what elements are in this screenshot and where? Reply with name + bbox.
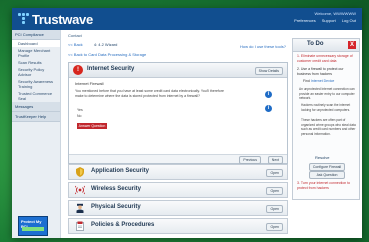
- todo-item[interactable]: 1. Eliminate unnecessary storage of cust…: [297, 54, 355, 63]
- logo-text: Trustwave: [32, 11, 93, 27]
- internet-security-panel: ! Internet Security Show Details Interne…: [68, 62, 288, 164]
- previous-button[interactable]: Previous: [239, 156, 261, 164]
- next-button[interactable]: Next: [267, 156, 283, 164]
- sidebar-item-policy-advisor[interactable]: Security Policy Advisor: [12, 66, 60, 78]
- info-icon[interactable]: i: [265, 105, 272, 112]
- back-to-card-data-link[interactable]: << Back to Card Data Processing & Storag…: [68, 52, 146, 57]
- application-security-row[interactable]: Application Security Open: [68, 164, 288, 180]
- wireless-security-title: Wireless Security: [91, 186, 141, 192]
- sidebar-item-commerce-seal[interactable]: Trusted Commerce Seal: [12, 90, 60, 102]
- find-link[interactable]: Internet Device: [311, 79, 335, 83]
- configure-firewall-button[interactable]: Configure Firewall: [309, 163, 345, 171]
- firewall-question-text: You mentioned before that you have at le…: [75, 89, 224, 98]
- show-details-button[interactable]: Show Details: [254, 67, 283, 75]
- internet-security-title: Internet Security: [87, 66, 135, 72]
- info-icon[interactable]: i: [265, 91, 272, 98]
- logout-link[interactable]: Log Out: [342, 18, 356, 23]
- find-label: Find: [303, 79, 310, 83]
- todo-item[interactable]: 2. Use a firewall to protect our busines…: [297, 67, 355, 76]
- firewall-subtitle: Internet Firewall: [75, 81, 104, 86]
- shield-icon: [76, 167, 84, 177]
- protect-my-pci-badge[interactable]: Protect My PCI: [18, 216, 48, 236]
- policies-procedures-row[interactable]: Policies & Procedures Open: [68, 218, 288, 234]
- physical-security-row[interactable]: Physical Security Open: [68, 200, 288, 216]
- todo-header: To Do X: [293, 39, 359, 52]
- application-security-open-button[interactable]: Open: [266, 169, 283, 177]
- step-label: 4: 4.2 Wizard: [93, 42, 118, 47]
- close-icon[interactable]: X: [348, 41, 356, 49]
- logo-mark-icon: [18, 13, 30, 25]
- top-bar: Trustwave Welcome, WWWWWW Preferences Su…: [12, 8, 362, 30]
- policies-procedures-open-button[interactable]: Open: [266, 223, 283, 231]
- todo-bullet: Hackers routinely scan the internet look…: [301, 103, 351, 112]
- alert-icon: !: [73, 65, 83, 75]
- sidebar-item-dashboard[interactable]: Dashboard: [12, 40, 60, 47]
- find-row: Find Internet Device: [303, 79, 334, 83]
- sidebar-help[interactable]: TrustKeeper Help: [12, 112, 60, 122]
- policy-icon: [76, 221, 84, 231]
- application-security-title: Application Security: [91, 168, 150, 174]
- resolve-label: Resolve: [315, 155, 330, 160]
- support-link[interactable]: Support: [322, 18, 336, 23]
- panel-footer: Previous Next: [69, 154, 287, 164]
- wireless-security-open-button[interactable]: Open: [266, 187, 283, 195]
- breadcrumb: << Back 4: 4.2 Wizard: [68, 42, 117, 47]
- top-right-area: Welcome, WWWWWW Preferences Support Log …: [294, 11, 356, 23]
- badge-bar: [22, 227, 44, 231]
- preferences-link[interactable]: Preferences: [294, 18, 316, 23]
- todo-panel: To Do X 1. Eliminate unnecessary storage…: [292, 38, 360, 200]
- physical-security-open-button[interactable]: Open: [266, 205, 283, 213]
- sidebar-messages[interactable]: Messages: [12, 102, 60, 112]
- todo-bullet: These hackers are often part of organize…: [301, 118, 356, 136]
- app-window: Trustwave Welcome, WWWWWW Preferences Su…: [12, 8, 362, 238]
- trustwave-logo[interactable]: Trustwave: [18, 11, 93, 27]
- todo-description: An unprotected Internet connection can p…: [299, 87, 355, 100]
- welcome-text: Welcome, WWWWWW: [314, 11, 356, 16]
- sidebar-item-awareness-training[interactable]: Security Awareness Training: [12, 78, 60, 90]
- wireless-icon: [75, 185, 85, 195]
- policies-procedures-title: Policies & Procedures: [91, 222, 155, 228]
- contact-label: Contact: [68, 33, 82, 38]
- todo-title: To Do: [307, 41, 324, 47]
- help-link[interactable]: How do I use these tools?: [240, 44, 286, 49]
- sidebar-item-merchant-profile[interactable]: Manage Merchant Profile: [12, 47, 60, 59]
- top-links: Preferences Support Log Out: [294, 18, 356, 23]
- wireless-security-row[interactable]: Wireless Security Open: [68, 182, 288, 198]
- option-no[interactable]: No: [77, 114, 81, 118]
- sidebar-heading[interactable]: PCI Compliance: [12, 30, 60, 40]
- physical-security-title: Physical Security: [91, 204, 141, 210]
- main-content: Contact << Back 4: 4.2 Wizard << Back to…: [66, 30, 288, 238]
- answer-question-button[interactable]: Answer Question: [77, 123, 107, 129]
- back-link[interactable]: << Back: [68, 42, 83, 47]
- officer-icon: [76, 203, 84, 213]
- sidebar: PCI Compliance Dashboard Manage Merchant…: [12, 30, 61, 238]
- ask-question-button[interactable]: Ask Question: [309, 171, 345, 179]
- todo-item[interactable]: 3. Turn your internet connection to prot…: [297, 181, 355, 190]
- sidebar-item-scan-results[interactable]: Scan Results: [12, 59, 60, 66]
- option-yes[interactable]: Yes: [77, 108, 83, 112]
- internet-security-header[interactable]: ! Internet Security Show Details: [69, 63, 287, 78]
